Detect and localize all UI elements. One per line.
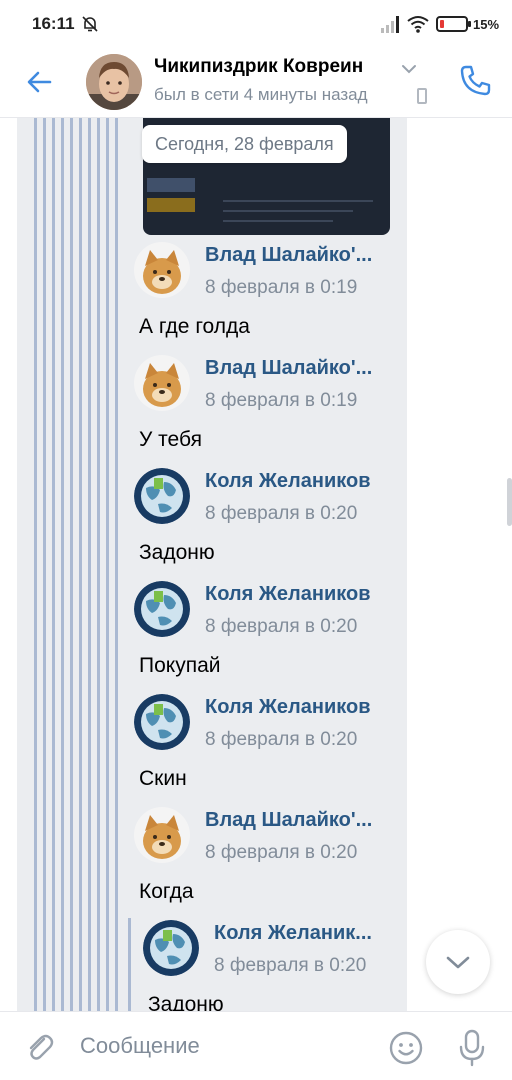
message-author[interactable]: Коля Желаник...	[214, 922, 372, 945]
status-time: 16:11	[32, 14, 75, 33]
photo-detail	[223, 210, 353, 212]
date-separator: Сегодня, 28 февраля	[142, 125, 347, 163]
message-date: 8 февраля в 0:19	[205, 390, 358, 411]
author-avatar[interactable]	[134, 694, 190, 750]
dog-icon	[134, 242, 190, 298]
signal-icon	[381, 16, 399, 33]
message-date: 8 февраля в 0:20	[205, 503, 358, 524]
message-author[interactable]: Влад Шалайко'...	[205, 809, 372, 832]
quote-line	[115, 118, 118, 1011]
message-date: 8 февраля в 0:19	[205, 277, 358, 298]
quote-line	[52, 118, 55, 1011]
scroll-down-button[interactable]	[426, 930, 490, 994]
quote-line	[43, 118, 46, 1011]
quote-line	[106, 118, 109, 1011]
contact-photo	[86, 54, 142, 110]
contact-name[interactable]: Чикипиздрик Ковреин	[154, 56, 363, 78]
quote-line	[88, 118, 91, 1011]
message-list[interactable]: Сегодня, 28 февраля Влад Шалайко'... 8 фе…	[0, 118, 512, 1011]
globe-icon	[134, 468, 190, 524]
message-author[interactable]: Влад Шалайко'...	[205, 244, 372, 267]
contact-avatar[interactable]	[86, 54, 142, 110]
dog-icon	[134, 807, 190, 863]
photo-detail	[147, 198, 195, 212]
message-date: 8 февраля в 0:20	[205, 616, 358, 637]
notifications-off-icon	[82, 16, 98, 32]
author-avatar[interactable]	[134, 355, 190, 411]
message-text: Покупай	[139, 654, 221, 677]
quote-line	[34, 118, 37, 1011]
battery-percent: 15%	[473, 17, 500, 32]
wifi-icon	[407, 16, 429, 33]
message-author[interactable]: Коля Желаников	[205, 470, 371, 493]
quote-line	[79, 118, 82, 1011]
quote-line	[97, 118, 100, 1011]
message-date: 8 февраля в 0:20	[205, 842, 358, 863]
chevron-down-icon[interactable]	[400, 62, 418, 76]
scrollbar-thumb[interactable]	[507, 478, 512, 526]
message-author[interactable]: Коля Желаников	[205, 696, 371, 719]
message-text: Задоню	[148, 993, 224, 1011]
back-arrow-icon[interactable]	[22, 64, 58, 100]
chat-header: Чикипиздрик Ковреин был в сети 4 минуты …	[0, 50, 512, 118]
last-seen-status: был в сети 4 минуты назад	[154, 85, 368, 104]
message-input[interactable]	[80, 1028, 370, 1064]
author-avatar[interactable]	[134, 581, 190, 637]
author-avatar[interactable]	[134, 807, 190, 863]
message-author[interactable]: Коля Желаников	[205, 583, 371, 606]
author-avatar[interactable]	[143, 920, 199, 976]
microphone-icon[interactable]	[456, 1028, 488, 1068]
message-author[interactable]: Влад Шалайко'...	[205, 357, 372, 380]
globe-icon	[143, 920, 199, 976]
quote-line	[70, 118, 73, 1011]
dog-icon	[134, 355, 190, 411]
chat-screen: 16:11 15% Чикипиздрик Ковреин был в сети…	[0, 0, 512, 1080]
message-text: Задоню	[139, 541, 215, 564]
message-text: Скин	[139, 767, 187, 790]
photo-detail	[223, 200, 373, 202]
photo-detail	[147, 178, 195, 192]
phone-icon	[417, 88, 427, 104]
call-icon[interactable]	[456, 62, 494, 100]
message-date: 8 февраля в 0:20	[205, 729, 358, 750]
message-text: Когда	[139, 880, 194, 903]
chevron-down-icon	[446, 956, 470, 969]
message-text: У тебя	[139, 428, 202, 451]
battery-level	[440, 20, 444, 28]
emoji-icon[interactable]	[388, 1030, 424, 1066]
photo-detail	[223, 220, 333, 222]
globe-icon	[134, 694, 190, 750]
message-composer	[0, 1011, 512, 1080]
quote-line	[128, 918, 131, 1011]
battery-icon	[436, 16, 471, 32]
message-text: А где голда	[139, 315, 250, 338]
status-bar: 16:11 15%	[0, 0, 512, 50]
author-avatar[interactable]	[134, 468, 190, 524]
author-avatar[interactable]	[134, 242, 190, 298]
attach-icon[interactable]	[22, 1030, 56, 1064]
message-date: 8 февраля в 0:20	[214, 955, 367, 976]
globe-icon	[134, 581, 190, 637]
quote-line	[61, 118, 64, 1011]
